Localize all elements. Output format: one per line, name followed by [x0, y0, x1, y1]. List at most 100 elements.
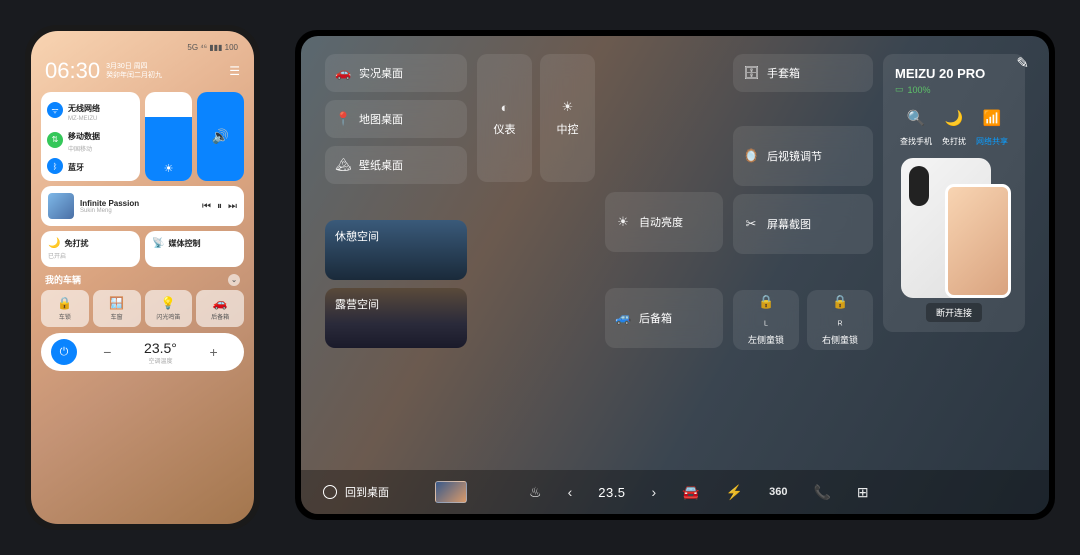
car-status-icon[interactable]: 🚘	[682, 484, 699, 501]
dnd-label: 免打扰	[64, 238, 88, 249]
data-toggle[interactable]: ⇅ 移动数据中国移动	[47, 126, 134, 153]
volume-tile[interactable]: 🔊	[197, 92, 244, 181]
glove-box-tile[interactable]: 🗄手套箱	[733, 54, 873, 92]
defrost-icon[interactable]: ♨	[529, 484, 542, 501]
brightness-icon: ☀	[615, 214, 631, 230]
phone-screen: 5G ⁴⁶ ▮▮▮ 100 06:30 3月30日 周四 癸卯年闰二月初九 ☰ …	[31, 31, 254, 524]
car-window-tile[interactable]: 🪟车窗	[93, 290, 141, 327]
menu-icon[interactable]: ☰	[229, 64, 240, 78]
moon-icon: 🌙	[942, 109, 966, 127]
bottom-dock: 回到桌面 ♨ ‹ 23.5 › 🚘 ⚡ 360 📞 ⊞	[301, 470, 1049, 514]
lock-r-icon: 🔒R	[832, 294, 848, 328]
car-trunk-tile[interactable]: 🚗 后备箱	[196, 290, 244, 327]
circle-icon	[323, 485, 337, 499]
wifi-label: 无线网络	[68, 104, 100, 113]
car-lock-label: 车锁	[43, 312, 87, 321]
temp-up-icon[interactable]: ›	[652, 484, 657, 500]
find-phone-label: 查找手机	[900, 137, 932, 146]
camera-360-icon[interactable]: 360	[769, 486, 787, 498]
battery-icon: ▭	[895, 84, 904, 95]
moon-icon: 🌙	[48, 238, 60, 249]
auto-brightness-label: 自动亮度	[639, 214, 683, 230]
car-title: 我的车辆	[45, 273, 81, 286]
wifi-toggle[interactable]: ᯤ 无线网络MZ-MEIZU	[47, 98, 134, 122]
temp-plus[interactable]: +	[209, 344, 217, 360]
car-icon: 🚗	[335, 65, 351, 81]
device-dnd-button[interactable]: 🌙 免打扰	[942, 109, 966, 149]
climate-control: ⏻ − 23.5° 空调温度 +	[41, 333, 244, 371]
trunk-tile[interactable]: 🚙后备箱	[605, 288, 723, 348]
music-artist: Sukin Meng	[80, 208, 196, 214]
connectivity-group: ᯤ 无线网络MZ-MEIZU ⇅ 移动数据中国移动 ᛒ 蓝牙	[41, 92, 140, 181]
mirror-icon: 🪞	[743, 148, 759, 164]
power-button[interactable]: ⏻	[51, 339, 77, 365]
cast-icon: 📡	[152, 238, 164, 249]
battery-value: 100%	[908, 85, 931, 95]
map-desktop-tile[interactable]: 📍地图桌面	[325, 100, 467, 138]
flash-icon[interactable]: ⚡	[726, 484, 743, 501]
car-horn-tile[interactable]: 💡 闪光鸣笛	[145, 290, 193, 327]
glove-icon: 🗄	[743, 65, 759, 81]
car-lock-tile[interactable]: 🔒车锁	[41, 290, 89, 327]
bluetooth-icon: ᛒ	[47, 158, 63, 174]
wallpaper-thumb[interactable]	[435, 481, 467, 503]
disconnect-button[interactable]: 断开连接	[926, 303, 982, 322]
camping-scene-tile[interactable]: 露营空间	[325, 288, 467, 348]
temp-label: 空调温度	[144, 356, 177, 365]
music-player[interactable]: Infinite Passion Sukin Meng ⏮ ⏸ ⏭	[41, 186, 244, 226]
connected-device-card: MEIZU 20 PRO ▭100% 🔍查找手机 🌙免打扰 📶网络共享 断开连接	[883, 54, 1025, 332]
auto-brightness-tile[interactable]: ☀ 自动亮度	[605, 192, 723, 252]
car-display: ✎ 🚗实况桌面 📍地图桌面 🏔壁纸桌面 休憩空间 露营空间 ◐仪表 ☀中控 ☀自…	[295, 30, 1055, 520]
next-icon[interactable]: ⏭	[228, 201, 237, 212]
my-car-section: 我的车辆 ⌄ 🔒车锁 🪟车窗 💡 闪光鸣笛 🚗 后备箱	[41, 273, 244, 327]
gauge-icon: ◐	[497, 100, 513, 115]
trunk-icon: 🚙	[615, 310, 631, 326]
sun-icon: ☀	[560, 99, 576, 115]
phone-icon[interactable]: 📞	[813, 484, 830, 501]
car-trunk-label: 后备箱	[198, 312, 242, 321]
album-art	[48, 193, 74, 219]
car-horn-label: 闪光鸣笛	[147, 312, 191, 321]
center-console-tile[interactable]: ☀中控	[540, 54, 595, 182]
live-desktop-label: 实况桌面	[359, 65, 403, 81]
brightness-slider[interactable]: ☀	[145, 92, 192, 181]
device-dnd-label: 免打扰	[942, 137, 966, 146]
hotspot-button[interactable]: 📶网络共享	[976, 109, 1008, 149]
clock-date: 3月30日 周四 癸卯年闰二月初九	[106, 62, 162, 80]
data-label: 移动数据	[68, 132, 100, 141]
child-lock-left-tile[interactable]: 🔒L左侧童锁	[733, 290, 799, 350]
clock-row: 06:30 3月30日 周四 癸卯年闰二月初九 ☰	[41, 54, 244, 92]
find-phone-button[interactable]: 🔍查找手机	[900, 109, 932, 149]
wallpaper-desktop-tile[interactable]: 🏔壁纸桌面	[325, 146, 467, 184]
map-desktop-label: 地图桌面	[359, 111, 403, 127]
date-line1: 3月30日 周四	[106, 62, 162, 71]
bluetooth-toggle[interactable]: ᛒ 蓝牙	[47, 157, 134, 175]
child-lock-right-tile[interactable]: 🔒R右侧童锁	[807, 290, 873, 350]
media-control-tile[interactable]: 📡媒体控制	[145, 231, 244, 267]
temp-minus[interactable]: −	[103, 344, 111, 360]
hotspot-label: 网络共享	[976, 137, 1008, 146]
home-button[interactable]: 回到桌面	[323, 484, 389, 500]
horn-icon: 💡	[147, 296, 191, 310]
scissors-icon: ✂	[743, 216, 759, 232]
prev-icon[interactable]: ⏮	[202, 201, 211, 212]
phone-mockup: 5G ⁴⁶ ▮▮▮ 100 06:30 3月30日 周四 癸卯年闰二月初九 ☰ …	[25, 25, 260, 530]
temp-down-icon[interactable]: ‹	[568, 484, 573, 500]
dnd-tile[interactable]: 🌙免打扰 已开启	[41, 231, 140, 267]
rest-scene-label: 休憩空间	[335, 228, 379, 244]
dashboard-tile[interactable]: ◐仪表	[477, 54, 532, 182]
device-battery: ▭ 100%	[895, 84, 1013, 95]
pause-icon[interactable]: ⏸	[217, 201, 222, 212]
car-expand-icon[interactable]: ⌄	[228, 274, 240, 286]
music-title: Infinite Passion	[80, 199, 196, 208]
date-line2: 癸卯年闰二月初九	[106, 71, 162, 80]
trunk-icon: 🚗	[198, 296, 242, 310]
screenshot-tile[interactable]: ✂屏幕截图	[733, 194, 873, 254]
child-lock-left-label: 左侧童锁	[748, 333, 784, 346]
rest-scene-tile[interactable]: 休憩空间	[325, 220, 467, 280]
home-label: 回到桌面	[345, 484, 389, 500]
live-desktop-tile[interactable]: 🚗 实况桌面	[325, 54, 467, 92]
phone-render-front	[945, 184, 1011, 298]
mirror-adjust-tile[interactable]: 🪞后视镜调节	[733, 126, 873, 186]
apps-icon[interactable]: ⊞	[857, 484, 869, 501]
